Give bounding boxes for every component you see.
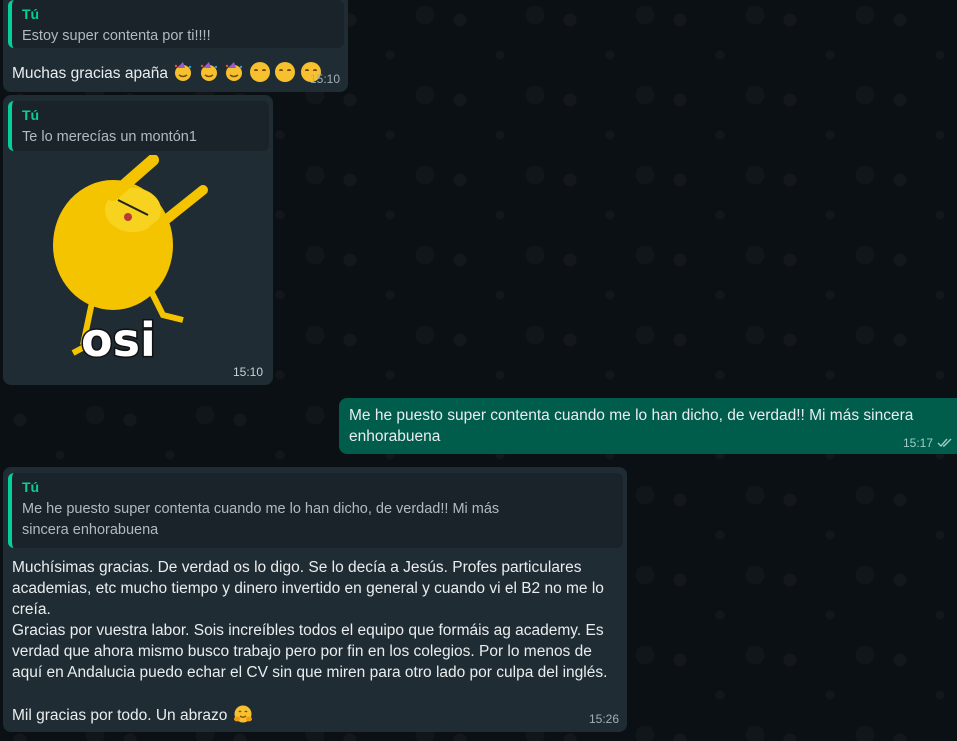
incoming-sticker-message[interactable]: Tú Te lo merecías un montón1 osi 15:10 [3, 95, 273, 385]
double-check-icon [937, 438, 952, 448]
outgoing-message[interactable]: Me he puesto super contenta cuando me lo… [339, 398, 957, 454]
quote-text: Te lo merecías un montón1 [22, 129, 197, 145]
quote-text: Me he puesto super contenta cuando me lo… [22, 501, 500, 538]
quote-author: Tú [22, 479, 40, 495]
message-text: Muchísimas gracias. De verdad os lo digo… [12, 559, 608, 724]
partying-face-emoji-icon [175, 62, 192, 81]
sticker-caption: osi [80, 313, 158, 367]
message-text: Me he puesto super contenta cuando me lo… [349, 407, 918, 445]
quote-text: Estoy super contenta por ti!!!! [22, 28, 211, 44]
partying-face-emoji-icon [226, 62, 243, 81]
smiling-face-emoji-icon [249, 62, 270, 82]
incoming-message[interactable]: Tú Estoy super contenta por ti!!!! Mucha… [3, 0, 348, 92]
chat-conversation: Tú Estoy super contenta por ti!!!! Mucha… [0, 0, 957, 741]
message-time: 15:26 [588, 712, 619, 726]
partying-face-emoji-icon [200, 62, 218, 81]
quote-author: Tú [22, 6, 40, 22]
hugging-face-emoji-icon [233, 705, 252, 723]
quoted-message[interactable]: Tú Te lo merecías un montón1 [8, 101, 269, 151]
quoted-message[interactable]: Tú Me he puesto super contenta cuando me… [8, 473, 623, 548]
message-time: 15:17 [902, 436, 933, 450]
quote-author: Tú [22, 107, 40, 123]
smiling-face-emoji-icon [275, 62, 296, 82]
message-text: Muchas gracias apaña [12, 65, 168, 82]
quoted-message[interactable]: Tú Estoy super contenta por ti!!!! [8, 0, 344, 48]
message-time: 15:10 [309, 72, 340, 86]
incoming-message[interactable]: Tú Me he puesto super contenta cuando me… [3, 467, 627, 732]
message-time: 15:10 [232, 365, 263, 379]
